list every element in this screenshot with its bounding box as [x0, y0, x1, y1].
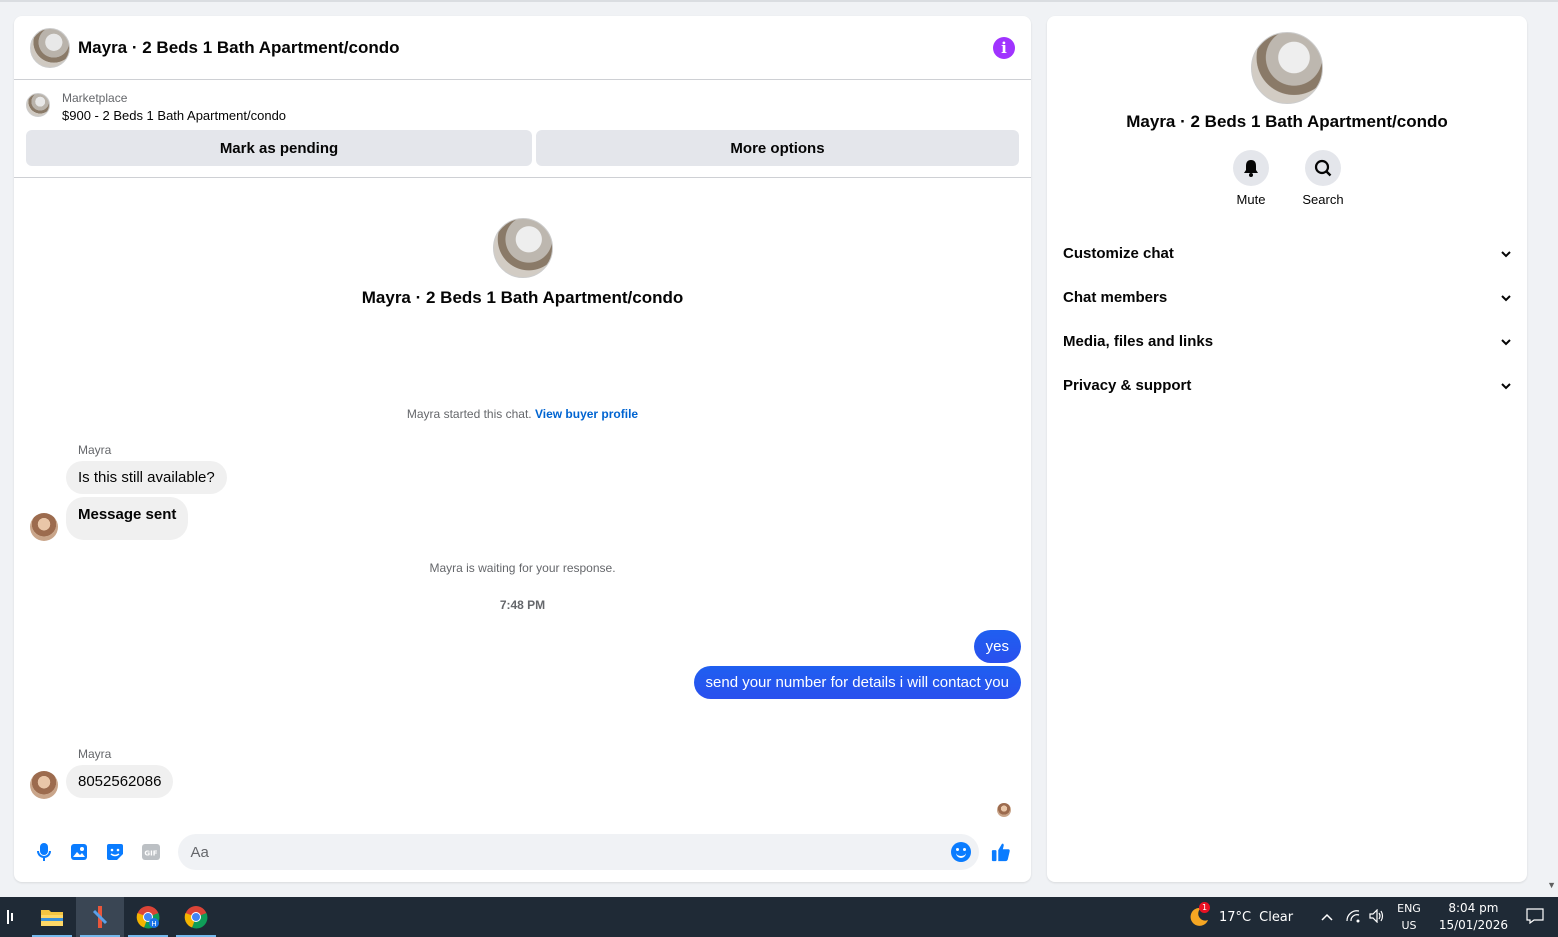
weather-badge: 1 [1199, 902, 1210, 913]
chrome-profile-h-icon[interactable]: H [124, 897, 172, 937]
conversation-avatar[interactable] [492, 218, 553, 278]
info-icon[interactable]: i [993, 36, 1015, 59]
details-sections: Customize chat Chat members Media, files… [1047, 231, 1527, 407]
weather-temperature: 17°C [1219, 909, 1252, 925]
sender-avatar[interactable] [30, 771, 58, 799]
bell-icon [1233, 150, 1269, 186]
system-tray: 1 17°C Clear ENG US 8:04 pm 15/01/2026 [1187, 897, 1558, 937]
gif-icon[interactable]: GIF [141, 842, 161, 862]
emoji-icon[interactable] [951, 842, 971, 862]
outgoing-message[interactable]: send your number for details i will cont… [693, 666, 1021, 699]
mute-label: Mute [1236, 192, 1266, 207]
notifications-icon[interactable] [1526, 907, 1544, 927]
customize-chat-section[interactable]: Customize chat [1047, 231, 1527, 275]
marketplace-label: Marketplace [62, 91, 128, 105]
sender-avatar[interactable] [30, 513, 58, 541]
sender-name: Mayra [78, 443, 112, 457]
sender-name: Mayra [78, 747, 112, 761]
seen-indicator-avatar [997, 803, 1011, 817]
weather-widget[interactable]: 1 17°C Clear [1187, 902, 1294, 929]
moon-cloud-icon: 1 [1187, 902, 1213, 929]
app-taskbar-icon[interactable] [76, 897, 124, 937]
network-icon[interactable] [1345, 909, 1361, 926]
message-bubble[interactable]: Is this still available? [66, 461, 227, 494]
mark-as-pending-button[interactable]: Mark as pending [26, 130, 532, 166]
section-label: Customize chat [1063, 244, 1174, 262]
keyboard-layout: US [1401, 919, 1417, 932]
outgoing-message[interactable]: yes [973, 630, 1021, 663]
task-view-icon[interactable] [0, 897, 20, 937]
media-files-links-section[interactable]: Media, files and links [1047, 319, 1527, 363]
message-input-placeholder: Aa [190, 843, 209, 861]
timestamp: 7:48 PM [499, 598, 546, 612]
privacy-support-section[interactable]: Privacy & support [1047, 363, 1527, 407]
top-border [0, 0, 1558, 2]
section-label: Privacy & support [1063, 376, 1192, 394]
mute-button[interactable]: Mute [1231, 150, 1271, 207]
sticker-icon[interactable] [105, 842, 125, 862]
section-label: Chat members [1063, 288, 1168, 306]
chat-started-notice: Mayra started this chat. View buyer prof… [14, 407, 1031, 421]
svg-text:H: H [151, 920, 156, 928]
chevron-down-icon [1501, 377, 1511, 394]
chevron-down-icon [1501, 333, 1511, 350]
language-indicator[interactable]: ENG US [1397, 900, 1421, 934]
windows-taskbar: H 1 17°C Clear ENG US 8:04 pm 15/01/2026 [0, 897, 1558, 937]
conversation-details-panel: Mayra · 2 Beds 1 Bath Apartment/condo Mu… [1047, 16, 1527, 882]
message-sent-bubble[interactable]: Message sent [66, 497, 189, 540]
clock-date: 15/01/2026 [1438, 918, 1508, 932]
clock-time: 8:04 pm [1448, 901, 1499, 915]
details-name: Mayra · 2 Beds 1 Bath Apartment/condo [1126, 112, 1448, 131]
more-options-button[interactable]: More options [536, 130, 1019, 166]
waiting-notice: Mayra is waiting for your response. [429, 561, 616, 575]
chat-header: Mayra · 2 Beds 1 Bath Apartment/condo i [14, 16, 1031, 80]
file-explorer-icon[interactable] [28, 897, 76, 937]
search-label: Search [1302, 192, 1344, 207]
scroll-down-arrow[interactable]: ▼ [1547, 880, 1556, 890]
chevron-down-icon [1501, 289, 1511, 306]
svg-text:GIF: GIF [144, 850, 157, 858]
section-label: Media, files and links [1063, 332, 1214, 350]
search-button[interactable]: Search [1302, 150, 1344, 207]
like-icon[interactable] [991, 842, 1011, 862]
search-icon [1305, 150, 1341, 186]
message-composer: GIF Aa [14, 822, 1031, 882]
chrome-icon[interactable] [172, 897, 220, 937]
started-text: Mayra started this chat. [406, 407, 532, 421]
chat-title[interactable]: Mayra · 2 Beds 1 Bath Apartment/condo [78, 38, 400, 58]
message-input[interactable]: Aa [178, 834, 979, 870]
clock[interactable]: 8:04 pm 15/01/2026 [1439, 900, 1508, 934]
conversation-intro: Mayra · 2 Beds 1 Bath Apartment/condo [14, 218, 1031, 308]
language-code: ENG [1397, 902, 1421, 915]
volume-icon[interactable] [1369, 908, 1385, 926]
message-bubble[interactable]: 8052562086 [66, 765, 174, 798]
weather-condition: Clear [1259, 909, 1294, 925]
conversation-name: Mayra · 2 Beds 1 Bath Apartment/condo [361, 288, 684, 307]
chevron-up-icon[interactable] [1321, 910, 1333, 924]
chat-panel: Mayra · 2 Beds 1 Bath Apartment/condo i … [14, 16, 1031, 882]
listing-avatar[interactable] [30, 27, 70, 68]
chevron-down-icon [1501, 245, 1511, 262]
listing-thumbnail[interactable] [26, 93, 50, 117]
listing-title[interactable]: $900 - 2 Beds 1 Bath Apartment/condo [62, 106, 286, 126]
microphone-icon[interactable] [34, 842, 54, 862]
marketplace-banner: Marketplace $900 - 2 Beds 1 Bath Apartme… [14, 80, 1031, 178]
chat-members-section[interactable]: Chat members [1047, 275, 1527, 319]
details-avatar[interactable] [1251, 32, 1323, 104]
photo-icon[interactable] [70, 842, 90, 862]
view-buyer-profile-link[interactable]: View buyer profile [535, 407, 638, 421]
